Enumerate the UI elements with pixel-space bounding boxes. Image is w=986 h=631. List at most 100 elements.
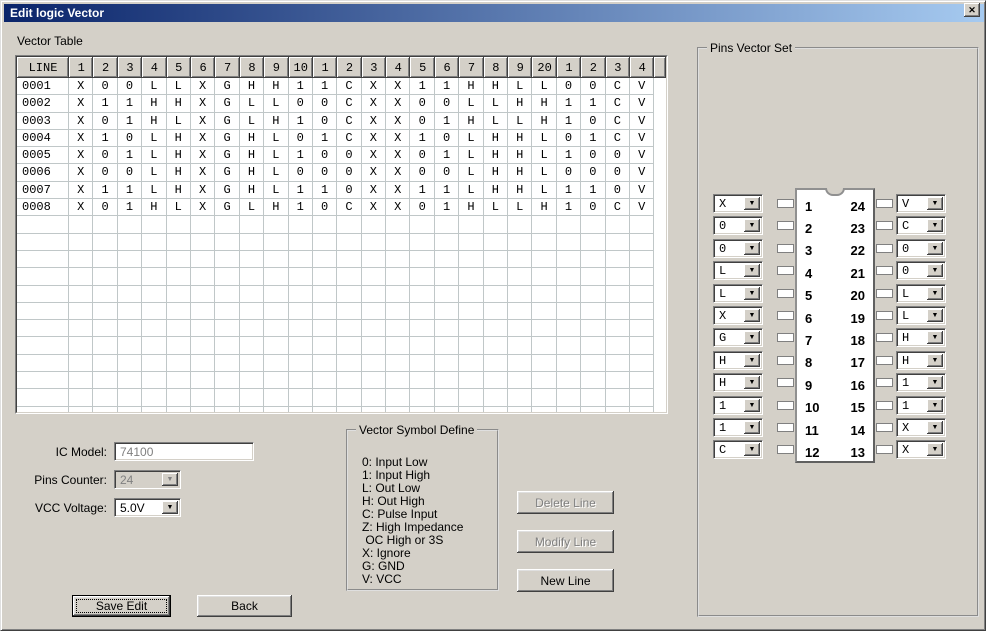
pin-10-combo[interactable]: 1▼	[713, 396, 763, 415]
pin-16-combo[interactable]: 1▼	[896, 373, 946, 392]
table-row[interactable]: 0007X11LHXGHL110XX11LHHL110V	[17, 182, 666, 199]
pin-12-combo[interactable]: C▼	[713, 440, 763, 459]
dropdown-button[interactable]: ▼	[927, 219, 943, 232]
table-row[interactable]: 0008X01HLXGLH10CXX01HLLH10CV	[17, 199, 666, 216]
vector-cell: 0	[606, 147, 630, 164]
empty-cell	[532, 389, 556, 406]
pin-7-combo[interactable]: G▼	[713, 328, 763, 347]
column-header-14: 4	[386, 57, 410, 78]
dropdown-button[interactable]: ▼	[744, 287, 760, 300]
vector-cell: L	[459, 95, 483, 112]
dropdown-button[interactable]: ▼	[744, 309, 760, 322]
dropdown-button[interactable]: ▼	[744, 421, 760, 434]
pin-19-combo[interactable]: L▼	[896, 306, 946, 325]
pin-23-combo[interactable]: C▼	[896, 216, 946, 235]
empty-cell	[532, 234, 556, 251]
dropdown-button[interactable]: ▼	[744, 197, 760, 210]
table-row[interactable]: 0002X11HHXGLL00CXX00LLHH11CV	[17, 95, 666, 112]
vector-cell: X	[362, 147, 386, 164]
pin-18-combo[interactable]: H▼	[896, 328, 946, 347]
table-row[interactable]: 0001X00LLXGHH11CXX11HHLL00CV	[17, 78, 666, 95]
dropdown-button[interactable]: ▼	[927, 399, 943, 412]
pin-value: C	[719, 443, 726, 457]
dropdown-button[interactable]: ▼	[744, 264, 760, 277]
pin-1-combo[interactable]: X▼	[713, 194, 763, 213]
empty-cell	[362, 251, 386, 268]
dropdown-button[interactable]: ▼	[744, 443, 760, 456]
pin-24-combo[interactable]: V▼	[896, 194, 946, 213]
vcc-voltage-combo[interactable]: 5.0V ▼	[114, 498, 181, 517]
empty-cell	[386, 216, 410, 233]
table-row[interactable]: 0005X01LHXGHL100XX01LHHL100V	[17, 147, 666, 164]
empty-cell	[69, 234, 93, 251]
pin-number: 9	[805, 378, 812, 392]
empty-cell	[581, 320, 605, 337]
empty-cell	[167, 337, 191, 354]
vcc-voltage-dropdown-button[interactable]: ▼	[162, 501, 178, 514]
dropdown-button[interactable]: ▼	[744, 331, 760, 344]
vector-cell: C	[606, 78, 630, 95]
empty-cell	[289, 407, 313, 413]
dropdown-button[interactable]: ▼	[927, 354, 943, 367]
pin-17-combo[interactable]: H▼	[896, 351, 946, 370]
vector-cell: V	[630, 130, 654, 147]
empty-cell	[69, 407, 93, 413]
pin-9-combo[interactable]: H▼	[713, 373, 763, 392]
empty-cell	[581, 372, 605, 389]
dropdown-button[interactable]: ▼	[744, 354, 760, 367]
pin-21-combo[interactable]: 0▼	[896, 261, 946, 280]
pin-3-combo[interactable]: 0▼	[713, 239, 763, 258]
save-edit-button[interactable]: Save Edit	[72, 595, 171, 617]
dropdown-button[interactable]: ▼	[744, 219, 760, 232]
vector-table-grid: LINE12345678910123456789201234 0001X00LL…	[16, 56, 667, 413]
pin-11-combo[interactable]: 1▼	[713, 418, 763, 437]
empty-row	[17, 320, 666, 337]
pin-8-combo[interactable]: H▼	[713, 351, 763, 370]
vector-cell: 1	[289, 78, 313, 95]
pin-6-combo[interactable]: X▼	[713, 306, 763, 325]
dropdown-button[interactable]: ▼	[927, 264, 943, 277]
pin-13-combo[interactable]: X▼	[896, 440, 946, 459]
table-row[interactable]: 0003X01HLXGLH10CXX01HLLH10CV	[17, 113, 666, 130]
column-header-2: 2	[93, 57, 117, 78]
table-row[interactable]: 0006X00LHXGHL000XX00LHHL000V	[17, 164, 666, 181]
table-row[interactable]: 0004X10LHXGHL01CXX10LHHL01CV	[17, 130, 666, 147]
vector-cell: H	[459, 113, 483, 130]
chevron-down-icon: ▼	[749, 245, 756, 252]
empty-cell	[386, 286, 410, 303]
dropdown-button[interactable]: ▼	[744, 376, 760, 389]
pin-20-combo[interactable]: L▼	[896, 284, 946, 303]
pin-4-combo[interactable]: L▼	[713, 261, 763, 280]
empty-cell	[484, 407, 508, 413]
pin-14-combo[interactable]: X▼	[896, 418, 946, 437]
dropdown-button[interactable]: ▼	[744, 242, 760, 255]
dropdown-button[interactable]: ▼	[927, 331, 943, 344]
empty-cell	[142, 320, 166, 337]
dropdown-button[interactable]: ▼	[927, 197, 943, 210]
empty-cell	[118, 389, 142, 406]
pin-number: 10	[805, 400, 819, 414]
pin-number: 3	[805, 243, 812, 257]
empty-cell	[532, 303, 556, 320]
empty-row	[17, 286, 666, 303]
pin-5-combo[interactable]: L▼	[713, 284, 763, 303]
dropdown-button[interactable]: ▼	[927, 287, 943, 300]
empty-cell	[557, 303, 581, 320]
dropdown-button[interactable]: ▼	[927, 376, 943, 389]
dropdown-button[interactable]: ▼	[927, 309, 943, 322]
empty-cell	[386, 268, 410, 285]
pin-number: 15	[851, 400, 865, 414]
dropdown-button[interactable]: ▼	[927, 421, 943, 434]
dropdown-button[interactable]: ▼	[744, 399, 760, 412]
dropdown-button[interactable]: ▼	[927, 443, 943, 456]
dropdown-button[interactable]: ▼	[927, 242, 943, 255]
pin-2-combo[interactable]: 0▼	[713, 216, 763, 235]
new-line-button[interactable]: New Line	[517, 569, 614, 592]
vector-cell: L	[484, 95, 508, 112]
empty-cell	[459, 355, 483, 372]
pin-22-combo[interactable]: 0▼	[896, 239, 946, 258]
close-button[interactable]: ✕	[964, 3, 980, 17]
pin-15-combo[interactable]: 1▼	[896, 396, 946, 415]
back-button[interactable]: Back	[197, 595, 292, 617]
symbol-define-list: 0: Input Low1: Input HighL: Out LowH: Ou…	[362, 456, 463, 586]
